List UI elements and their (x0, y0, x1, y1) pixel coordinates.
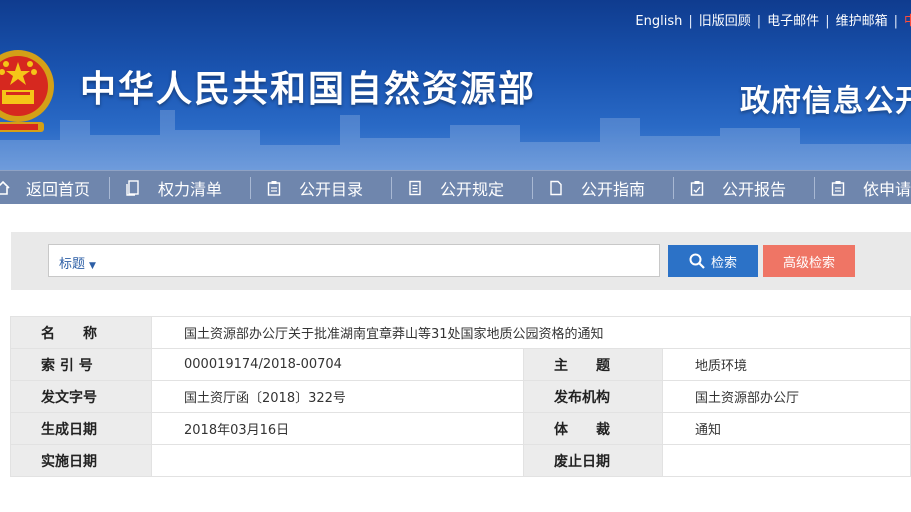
name-value: 国土资源部办公厅关于批准湖南宜章莽山等31处国家地质公园资格的通知 (151, 316, 911, 349)
table-row: 名 称 国土资源部办公厅关于批准湖南宜章莽山等31处国家地质公园资格的通知 (10, 316, 911, 349)
docno-value: 国土资厅函〔2018〕322号 (151, 380, 524, 413)
list-icon (126, 180, 140, 196)
nav-item-catalog[interactable]: 公开目录 (251, 171, 392, 204)
created-value: 2018年03月16日 (151, 412, 524, 445)
effective-label: 实施日期 (10, 444, 152, 477)
docno-label: 发文字号 (10, 380, 152, 413)
index-value: 000019174/2018-00704 (151, 348, 524, 381)
nav-item-label: 公开指南 (581, 180, 646, 199)
english-link[interactable]: English (635, 14, 682, 29)
nav-item-regulations[interactable]: 公开规定 (392, 171, 533, 204)
nav-item-home[interactable]: 返回首页 (0, 171, 110, 204)
home-icon (0, 180, 10, 196)
nav-item-guide[interactable]: 公开指南 (533, 171, 674, 204)
search-scope-label: 标题 (59, 257, 86, 272)
document-icon (408, 180, 422, 196)
nav-item-label: 公开目录 (299, 180, 364, 199)
created-label: 生成日期 (10, 412, 152, 445)
table-row: 实施日期 废止日期 (10, 444, 911, 477)
clipboard-icon (267, 180, 281, 196)
clipboard-icon (831, 180, 845, 196)
site-title: 中华人民共和国自然资源部 (80, 69, 537, 110)
nav-item-label: 公开报告 (722, 180, 787, 199)
table-row: 索 引 号 000019174/2018-00704 主 题 地质环境 (10, 348, 911, 381)
site-banner: English | 旧版回顾 | 电子邮件 | 维护邮箱 | 中 中华人民共和国自然资源部 政府… (0, 0, 911, 170)
table-row: 生成日期 2018年03月16日 体 裁 通知 (10, 412, 911, 445)
chinese-link[interactable]: 中 (904, 14, 911, 29)
search-button[interactable]: 检索 (668, 245, 758, 277)
genre-label: 体 裁 (523, 412, 663, 445)
index-label: 索 引 号 (10, 348, 152, 381)
table-row: 发文字号 国土资厅函〔2018〕322号 发布机构 国土资源部办公厅 (10, 380, 911, 413)
top-links: English | 旧版回顾 | 电子邮件 | 维护邮箱 | 中 (635, 10, 911, 29)
topic-value: 地质环境 (662, 348, 911, 381)
nav-item-apply[interactable]: 依申请 (815, 171, 911, 204)
advanced-search-label: 高级检索 (782, 255, 835, 271)
email-link[interactable]: 电子邮件 (767, 14, 819, 29)
issuer-label: 发布机构 (523, 380, 663, 413)
advanced-search-button[interactable]: 高级检索 (763, 245, 855, 277)
nav-item-label: 返回首页 (26, 180, 91, 199)
nav-item-power-list[interactable]: 权力清单 (110, 171, 251, 204)
national-emblem-icon (0, 50, 54, 132)
maintenance-mail-link[interactable]: 维护邮箱 (836, 14, 888, 29)
main-nav: 返回首页 权力清单 公开目录 公开规定 公开指南 公开报告 依申请 (0, 170, 911, 204)
nav-item-label: 依申请 (863, 180, 911, 199)
report-icon (690, 180, 704, 196)
search-icon (689, 253, 705, 269)
search-button-label: 检索 (710, 255, 737, 271)
abolish-value (662, 444, 911, 477)
nav-item-label: 公开规定 (440, 180, 505, 199)
old-version-link[interactable]: 旧版回顾 (699, 14, 751, 29)
name-label: 名 称 (10, 316, 152, 349)
nav-item-report[interactable]: 公开报告 (674, 171, 815, 204)
chevron-down-icon: ▼ (89, 261, 96, 271)
search-scope-dropdown[interactable]: 标题 ▼ (59, 253, 96, 272)
page-icon (549, 180, 563, 196)
issuer-value: 国土资源部办公厅 (662, 380, 911, 413)
section-title: 政府信息公开 (740, 84, 911, 119)
search-input[interactable]: 标题 ▼ (48, 244, 660, 277)
document-info-table: 名 称 国土资源部办公厅关于批准湖南宜章莽山等31处国家地质公园资格的通知 索 … (10, 316, 911, 477)
effective-value (151, 444, 524, 477)
nav-item-label: 权力清单 (158, 180, 223, 199)
search-panel: 标题 ▼ 检索 高级检索 (11, 232, 911, 290)
genre-value: 通知 (662, 412, 911, 445)
topic-label: 主 题 (523, 348, 663, 381)
abolish-label: 废止日期 (523, 444, 663, 477)
